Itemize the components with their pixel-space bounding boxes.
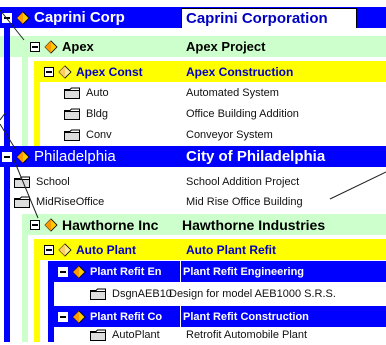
collapse-icon[interactable] [58,266,68,277]
node-code: Plant Refit Co [90,310,163,323]
collapse-icon[interactable] [58,311,68,322]
diamond-icon [72,309,86,324]
folder-icon [14,176,30,188]
node-code: Auto Plant [76,242,136,257]
row-midrise[interactable]: MidRiseOffice Mid Rise Office Building [0,191,386,212]
folder-icon [90,329,106,341]
node-name: Hawthorne Industries [182,216,326,233]
node-code: Hawthorne Inc [62,216,159,233]
diamond-icon [72,264,86,279]
folder-icon [64,129,80,141]
node-name: Design for model AEB1000 S.R.S. [169,287,336,300]
node-name: Retrofit Automobile Plant [186,328,308,341]
row-refit-eng[interactable]: Plant Refit En Plant Refit Engineering [0,261,386,282]
node-code: Bldg [86,107,109,120]
folder-icon [14,196,30,208]
diamond-icon [58,242,72,257]
collapse-icon[interactable] [2,12,12,23]
folder-icon [90,288,106,300]
node-code: MidRiseOffice [36,195,105,208]
row-hawthorne[interactable]: Hawthorne Inc Hawthorne Industries [0,214,386,235]
node-code: AutoPlant [112,328,160,341]
row-caprini[interactable]: Caprini Corp Caprini Corporation [0,7,386,28]
row-apex[interactable]: Apex Apex Project [0,36,386,57]
node-code: School [36,175,70,188]
diamond-icon [16,149,30,164]
node-name: Mid Rise Office Building [186,195,303,208]
collapse-icon[interactable] [30,41,40,52]
node-name: Auto Plant Refit [186,242,276,257]
diamond-icon [16,10,30,25]
node-name: Plant Refit Engineering [183,265,305,278]
row-school[interactable]: School School Addition Project [0,171,386,192]
node-name: Conveyor System [186,128,273,141]
node-name: Office Building Addition [186,107,299,120]
node-code: Plant Refit En [90,265,162,278]
row-auto-plant[interactable]: Auto Plant Auto Plant Refit [0,239,386,260]
diamond-icon [58,64,72,79]
row-dsgn[interactable]: DsgnAEB10 Design for model AEB1000 S.R.S… [0,283,386,304]
node-name: Apex Construction [186,64,294,79]
row-bldg[interactable]: Bldg Office Building Addition [0,103,386,124]
node-code: DsgnAEB10 [112,287,172,300]
collapse-icon[interactable] [30,219,40,230]
row-conv[interactable]: Conv Conveyor System [0,124,386,145]
node-name: City of Philadelphia [186,148,326,165]
collapse-icon[interactable] [44,244,54,255]
node-name-cell: Plant Refit Engineering [180,261,386,282]
node-name: Apex Project [186,39,266,54]
node-code: Apex Const [76,64,143,79]
folder-icon [64,87,80,99]
node-code: Apex [62,39,94,54]
node-name: Automated System [186,86,279,99]
node-code: Philadelphia [34,148,116,165]
node-name: Plant Refit Construction [183,310,309,323]
node-name: Caprini Corporation [186,10,328,27]
collapse-icon[interactable] [44,66,54,77]
node-code: Caprini Corp [34,9,125,26]
node-name-box: Caprini Corporation [181,8,357,28]
row-apex-const[interactable]: Apex Const Apex Construction [0,61,386,82]
node-code: Auto [86,86,109,99]
folder-icon [64,108,80,120]
row-philadelphia[interactable]: Philadelphia City of Philadelphia [0,146,386,167]
diamond-icon [44,39,58,54]
collapse-icon[interactable] [2,151,12,162]
node-name: School Addition Project [186,175,300,188]
row-auto[interactable]: Auto Automated System [0,82,386,103]
diamond-icon [44,217,58,232]
node-code: Conv [86,128,112,141]
